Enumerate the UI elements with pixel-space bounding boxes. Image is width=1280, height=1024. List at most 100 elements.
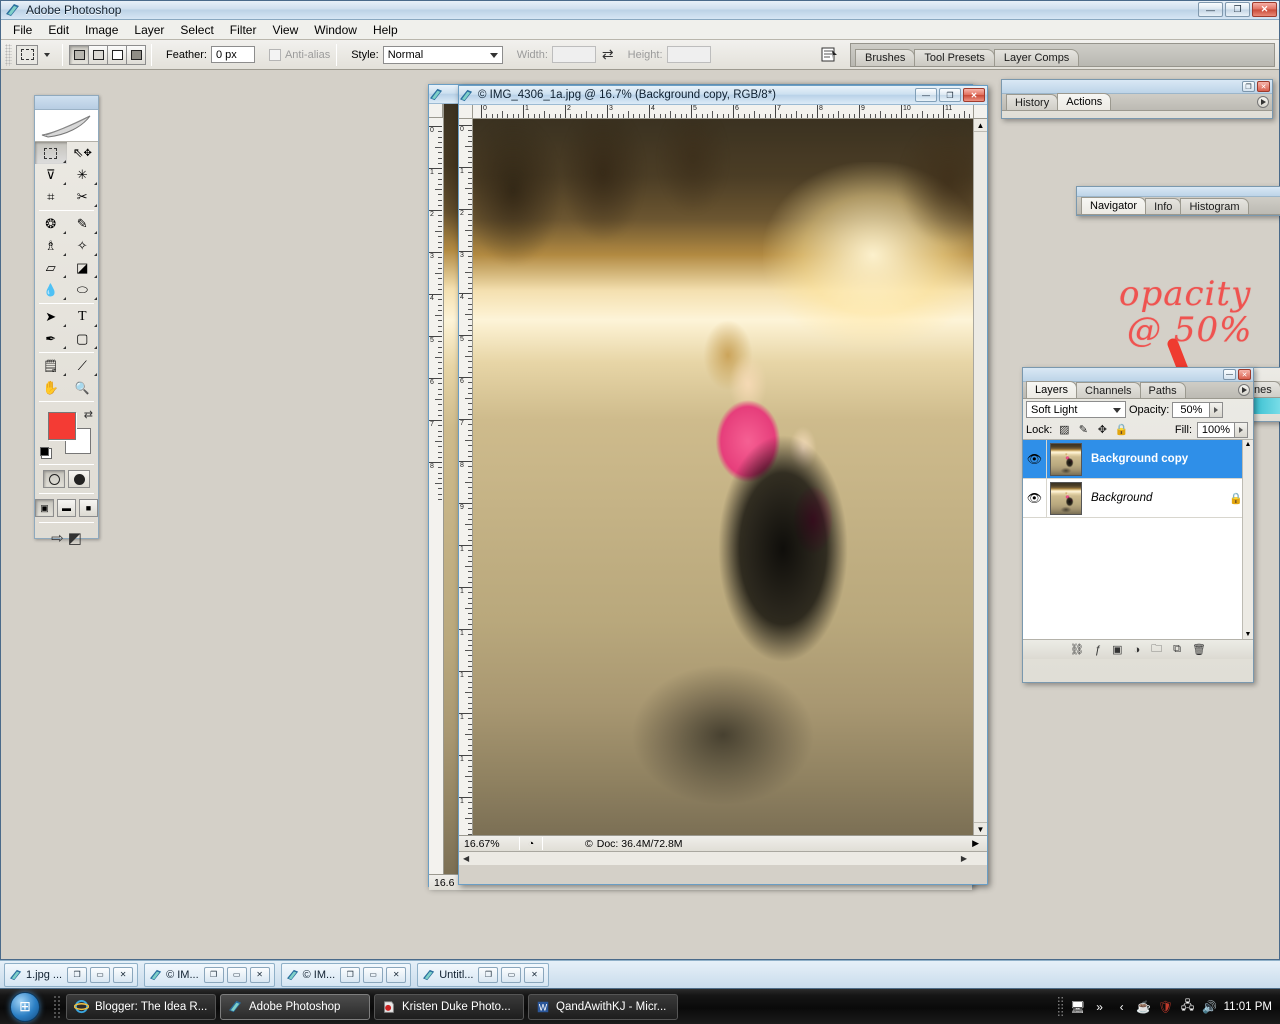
scroll-right-arrow-icon[interactable]: ▶ [961, 854, 967, 863]
fill-slider-arrow-icon[interactable] [1235, 421, 1248, 438]
taskbar-item-word-doc[interactable]: W QandAwithKJ - Micr... [528, 993, 678, 1020]
show-desktop-icon[interactable]: 🖥 [1070, 999, 1086, 1015]
blend-mode-select[interactable]: Soft Light [1026, 401, 1126, 418]
panel-menu-icon[interactable] [1257, 96, 1269, 108]
eyedropper-tool[interactable]: ⟋ [67, 355, 99, 377]
doc-tab-restore-button[interactable]: ❐ [478, 966, 499, 983]
dock-to-palette-well-icon[interactable] [818, 43, 842, 67]
crop-tool[interactable]: ⌗ [35, 186, 67, 208]
preview-size-icon[interactable]: ◔ [520, 838, 542, 850]
notes-tool[interactable]: 🗒 [35, 355, 67, 377]
rectangular-marquee-icon[interactable] [16, 44, 38, 65]
taskbar-item-kristen-duke[interactable]: Kristen Duke Photo... [374, 993, 524, 1020]
palette-tab-tool-presets[interactable]: Tool Presets [914, 49, 995, 66]
slice-tool[interactable]: ✂ [67, 186, 99, 208]
document-minimize-button[interactable]: — [915, 88, 937, 102]
menu-edit[interactable]: Edit [40, 21, 77, 39]
tools-palette-header[interactable] [35, 96, 98, 110]
type-tool[interactable]: T [67, 306, 99, 328]
tab-actions[interactable]: Actions [1057, 93, 1112, 110]
delete-layer-icon[interactable]: 🗑 [1192, 643, 1206, 656]
fill-input[interactable]: 100% [1197, 421, 1235, 438]
doc-tab-minimize-button[interactable]: ▭ [363, 966, 384, 983]
scroll-up-arrow-icon[interactable]: ▲ [1243, 440, 1253, 448]
opacity-input[interactable]: 50% [1172, 401, 1211, 418]
tab-info[interactable]: Info [1145, 198, 1182, 214]
doc-tab-close-button[interactable]: ✕ [386, 966, 407, 983]
menu-layer[interactable]: Layer [126, 21, 172, 39]
tool-preset-chevron-down-icon[interactable] [44, 52, 50, 57]
link-layers-icon[interactable]: ⛓ [1070, 643, 1084, 656]
tab-histogram[interactable]: Histogram [1180, 198, 1249, 214]
scroll-left-arrow-icon[interactable]: ◀ [463, 854, 469, 863]
layers-panel[interactable]: — ✕ Layers Channels Paths Soft Light Opa… [1022, 367, 1254, 683]
clone-stamp-tool[interactable]: ♗ [35, 235, 67, 257]
pen-tool[interactable]: ✒ [35, 328, 67, 350]
volume-icon[interactable]: 🔊 [1202, 999, 1218, 1015]
palette-tab-brushes[interactable]: Brushes [855, 49, 916, 66]
taskbar-grip[interactable] [53, 994, 61, 1019]
tab-layers[interactable]: Layers [1026, 381, 1078, 398]
menu-help[interactable]: Help [365, 21, 406, 39]
feather-input[interactable]: 0 px [210, 46, 255, 63]
clock[interactable]: 11:01 PM [1224, 1001, 1272, 1013]
full-screen-mode-button[interactable]: ■ [79, 499, 98, 517]
dodge-tool[interactable]: ⬭ [67, 279, 99, 301]
doc-tab-restore-button[interactable]: ❐ [340, 966, 361, 983]
tab-history[interactable]: History [1006, 94, 1059, 110]
width-input[interactable] [551, 46, 596, 63]
menu-file[interactable]: File [5, 21, 40, 39]
canvas-horizontal-scrollbar[interactable]: ◀ ▶ [459, 851, 987, 865]
doc-tab-close-button[interactable]: ✕ [113, 966, 134, 983]
doc-tab-minimize-button[interactable]: ▭ [501, 966, 522, 983]
healing-brush-tool[interactable]: ❂ [35, 213, 67, 235]
new-layer-icon[interactable]: ⧉ [1173, 643, 1181, 656]
show-hidden-icons-icon[interactable]: » [1092, 999, 1108, 1015]
app-minimize-button[interactable]: — [1198, 2, 1223, 17]
layer-thumbnail[interactable] [1050, 442, 1082, 476]
lock-transparent-pixels-icon[interactable]: ▨ [1057, 423, 1071, 437]
full-screen-menubar-button[interactable]: ▬ [57, 499, 76, 517]
rectangular-marquee-tool[interactable] [35, 142, 67, 164]
windows-start-orb[interactable]: ⊞ [2, 991, 48, 1023]
gradient-tool[interactable]: ◪ [67, 257, 99, 279]
lock-position-icon[interactable]: ✥ [1095, 423, 1109, 437]
history-actions-minimize-button[interactable]: ❐ [1242, 81, 1255, 92]
tray-grip[interactable] [1056, 995, 1064, 1018]
default-colors-icon[interactable] [40, 447, 52, 459]
subtract-from-selection-button[interactable] [107, 44, 127, 65]
document-close-button[interactable]: ✕ [963, 88, 985, 102]
eraser-tool[interactable]: ▱ [35, 257, 67, 279]
anti-alias-group[interactable]: Anti-alias [268, 48, 330, 61]
ruler-corner-box[interactable] [429, 104, 443, 118]
doc-tab-restore-button[interactable]: ❐ [203, 966, 224, 983]
layer-visibility-toggle[interactable]: 👁 [1023, 479, 1047, 517]
palette-tab-layer-comps[interactable]: Layer Comps [993, 49, 1080, 66]
add-to-selection-button[interactable] [88, 44, 108, 65]
chevron-left-icon[interactable]: ‹ [1114, 999, 1130, 1015]
layer-style-icon[interactable]: ƒ [1095, 644, 1101, 656]
swap-colors-icon[interactable]: ⇄ [84, 408, 93, 421]
canvas-vertical-scrollbar[interactable]: ▲ ▼ [973, 119, 987, 835]
scroll-down-arrow-icon[interactable]: ▼ [1243, 631, 1253, 638]
document-window-active[interactable]: © IMG_4306_1a.jpg @ 16.7% (Background co… [458, 85, 988, 885]
history-brush-tool[interactable]: ✧ [67, 235, 99, 257]
menu-view[interactable]: View [264, 21, 306, 39]
statusbar-menu-arrow-icon[interactable]: ▶ [972, 838, 979, 849]
intersect-selection-button[interactable] [126, 44, 146, 65]
layer-list-scrollbar[interactable]: ▲ ▼ [1242, 440, 1253, 639]
rectangle-shape-tool[interactable]: ▢ [67, 328, 99, 350]
scroll-up-arrow-icon[interactable]: ▲ [974, 119, 987, 132]
imageready-icon[interactable]: ◩ [68, 529, 82, 547]
new-adjustment-layer-icon[interactable]: ◑ [1134, 644, 1141, 656]
opacity-slider-arrow-icon[interactable] [1210, 401, 1224, 418]
layer-name[interactable]: Background copy [1091, 453, 1188, 465]
history-actions-titlebar[interactable]: ❐ ✕ [1002, 80, 1272, 94]
layer-name[interactable]: Background [1091, 492, 1152, 504]
doc-tab-2[interactable]: © IM... ❐ ▭ ✕ [280, 962, 412, 987]
layers-panel-titlebar[interactable]: — ✕ [1023, 368, 1253, 382]
canvas[interactable] [473, 119, 973, 835]
panel-menu-icon[interactable] [1238, 384, 1250, 396]
table-row[interactable]: 👁 Background 🔒 [1023, 479, 1253, 518]
history-actions-panel[interactable]: ❐ ✕ History Actions [1001, 79, 1273, 119]
